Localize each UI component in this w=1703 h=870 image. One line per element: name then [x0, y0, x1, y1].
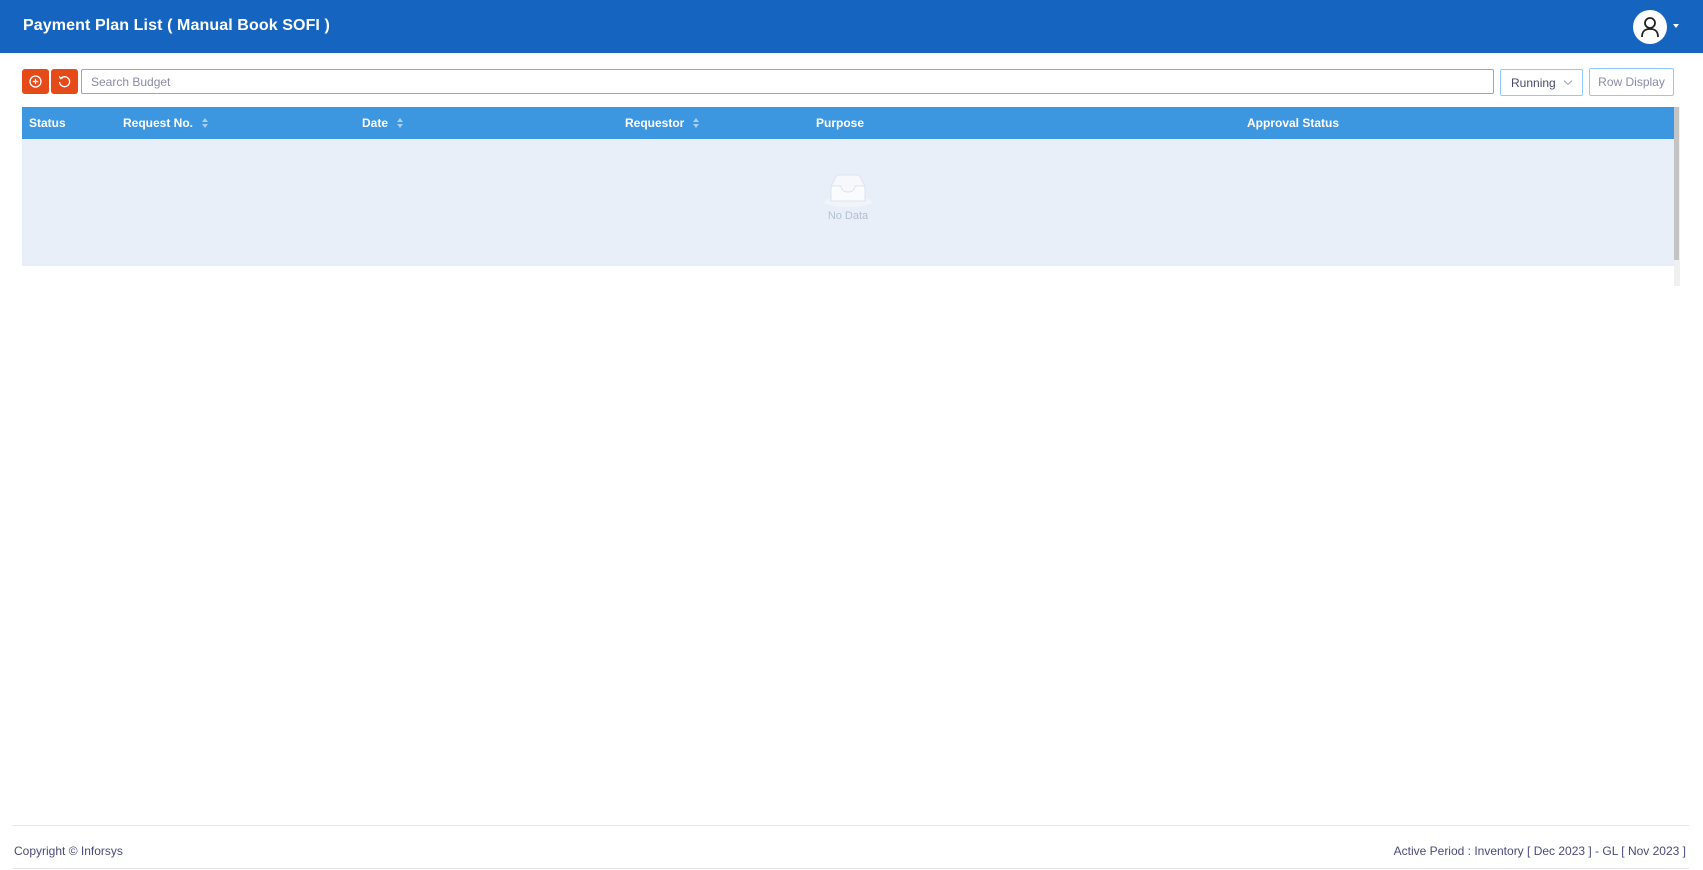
- data-table: Status Request No. Date Requestor Purpos…: [22, 107, 1674, 266]
- user-icon: [1641, 17, 1659, 38]
- user-avatar-button[interactable]: [1633, 10, 1667, 44]
- table-scrollbar-thumb[interactable]: [1674, 107, 1679, 260]
- empty-state: No Data: [22, 139, 1674, 266]
- column-label: Purpose: [816, 116, 865, 130]
- sort-icon[interactable]: [202, 118, 209, 128]
- sort-icon[interactable]: [397, 118, 404, 128]
- row-display-button[interactable]: Row Display: [1589, 68, 1674, 96]
- column-header-date[interactable]: Date: [362, 107, 404, 139]
- sort-icon[interactable]: [693, 118, 700, 128]
- add-circle-icon: [29, 75, 42, 88]
- table-body: No Data: [22, 139, 1674, 266]
- column-label: Status: [29, 116, 66, 130]
- column-label: Request No.: [123, 116, 194, 130]
- caret-down-icon[interactable]: [1673, 24, 1679, 28]
- table-header: Status Request No. Date Requestor Purpos…: [22, 107, 1674, 139]
- column-label: Approval Status: [1247, 116, 1340, 130]
- top-bar: Payment Plan List ( Manual Book SOFI ): [0, 0, 1703, 53]
- footer-divider: [13, 825, 1689, 826]
- empty-inbox-icon: [824, 174, 872, 207]
- footer-copyright: Copyright © Inforsys: [14, 844, 123, 858]
- reset-button[interactable]: [51, 69, 78, 94]
- empty-state-label: No Data: [827, 210, 869, 222]
- status-filter-value: Running: [1511, 75, 1556, 90]
- add-button[interactable]: [22, 69, 49, 94]
- column-header-requestor[interactable]: Requestor: [625, 107, 700, 139]
- footer-active-period: Active Period : Inventory [ Dec 2023 ] -…: [1393, 844, 1686, 858]
- column-header-request-no[interactable]: Request No.: [123, 107, 209, 139]
- column-header-approval-status[interactable]: Approval Status: [1247, 107, 1339, 139]
- chevron-down-icon: [1563, 80, 1573, 86]
- column-header-purpose[interactable]: Purpose: [816, 107, 864, 139]
- status-filter-select[interactable]: Running: [1500, 69, 1583, 96]
- refresh-icon: [58, 76, 71, 88]
- column-label: Date: [362, 116, 389, 130]
- footer-bottom-divider: [13, 868, 1689, 869]
- page-title: Payment Plan List ( Manual Book SOFI ): [23, 17, 330, 34]
- column-header-status[interactable]: Status: [29, 107, 66, 139]
- search-input[interactable]: [81, 69, 1494, 94]
- column-label: Requestor: [625, 116, 685, 130]
